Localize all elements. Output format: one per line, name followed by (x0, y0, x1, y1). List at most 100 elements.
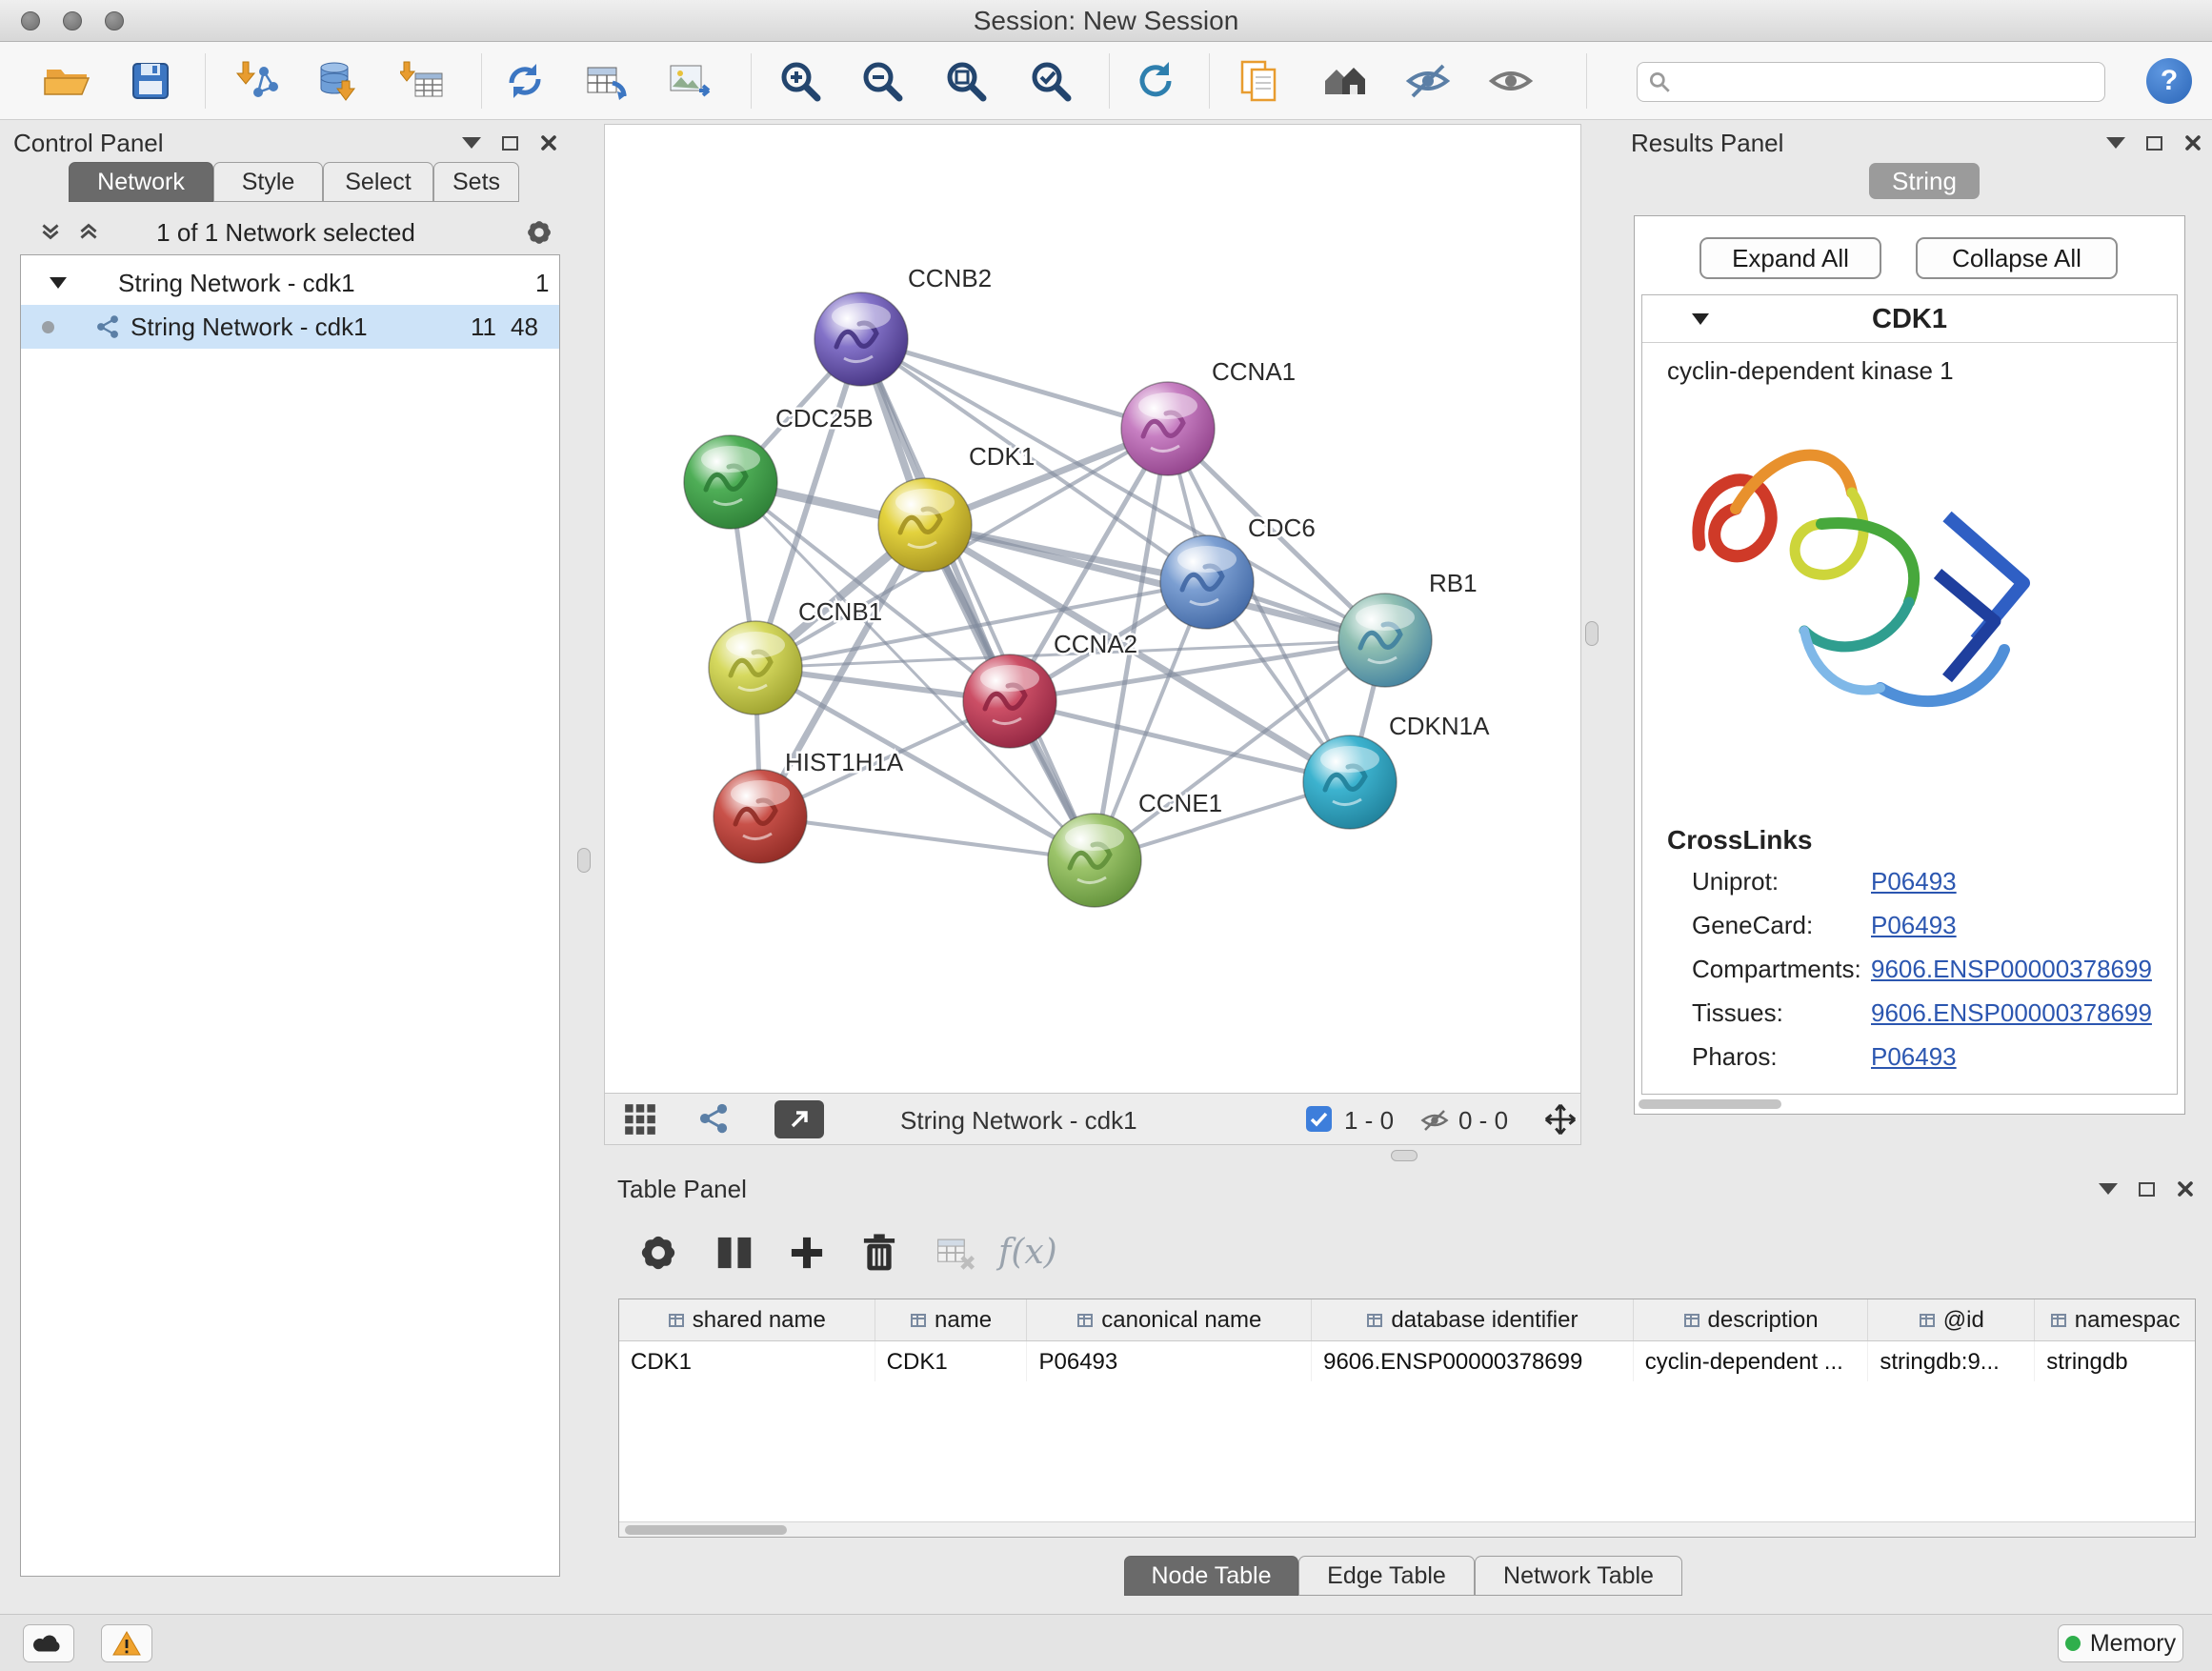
cloud-status-button[interactable] (23, 1624, 74, 1662)
tab-string[interactable]: String (1869, 163, 1980, 199)
zoom-out-button[interactable] (859, 58, 905, 104)
network-edge[interactable] (861, 339, 1095, 860)
cell-shared-name[interactable]: CDK1 (619, 1341, 875, 1381)
minimize-window-button[interactable] (63, 11, 82, 30)
network-edge[interactable] (861, 339, 1168, 429)
tab-network[interactable]: Network (69, 162, 213, 202)
table-scrollbar[interactable] (619, 1521, 2195, 1537)
first-neighbors-button[interactable] (1321, 58, 1367, 104)
export-image-button[interactable] (667, 58, 713, 104)
cell-namespace[interactable]: stringdb (2035, 1341, 2195, 1381)
apply-layout-button[interactable] (502, 58, 548, 104)
column-header[interactable]: name (875, 1299, 1028, 1340)
memory-button[interactable]: Memory (2058, 1624, 2183, 1662)
import-network-database-button[interactable] (315, 58, 361, 104)
tab-select[interactable]: Select (323, 162, 433, 202)
network-row-selected[interactable]: String Network - cdk1 11 48 (21, 305, 559, 349)
close-panel-icon[interactable] (539, 133, 558, 152)
close-panel-icon[interactable] (2176, 1179, 2195, 1198)
add-column-icon[interactable] (785, 1231, 829, 1275)
tab-style[interactable]: Style (213, 162, 323, 202)
results-scrollbar[interactable] (1639, 1099, 1781, 1109)
collection-expand-icon[interactable] (50, 277, 67, 289)
expand-all-networks-icon[interactable] (38, 219, 63, 244)
network-share-icon[interactable] (696, 1101, 731, 1136)
hidden-eye-icon[interactable] (1420, 1106, 1449, 1135)
network-collection-row[interactable]: String Network - cdk1 1 (21, 261, 559, 305)
copy-button[interactable] (1237, 58, 1282, 104)
detach-view-button[interactable] (774, 1100, 824, 1138)
collapse-panel-icon[interactable] (462, 137, 481, 149)
zoom-fit-button[interactable] (943, 58, 989, 104)
network-from-table-button[interactable] (584, 58, 630, 104)
right-splitter-handle[interactable] (1585, 621, 1599, 646)
cell-id[interactable]: stringdb:9... (1868, 1341, 2035, 1381)
network-node-CCNA1[interactable]: CCNA1 (1121, 357, 1296, 475)
crosslink-value-link[interactable]: P06493 (1871, 1042, 1957, 1071)
network-node-CCNB1[interactable]: CCNB1 (709, 597, 882, 715)
network-options-gear-icon[interactable] (524, 217, 554, 248)
network-edge[interactable] (760, 816, 1095, 860)
cell-name[interactable]: CDK1 (875, 1341, 1028, 1381)
tab-edge-table[interactable]: Edge Table (1298, 1556, 1475, 1596)
column-header[interactable]: @id (1868, 1299, 2035, 1340)
grid-view-icon[interactable] (622, 1101, 658, 1137)
tab-node-table[interactable]: Node Table (1124, 1556, 1298, 1596)
network-node-RB1[interactable]: RB1 (1338, 569, 1478, 687)
table-options-gear-icon[interactable] (636, 1231, 680, 1275)
cell-database-identifier[interactable]: 9606.ENSP00000378699 (1312, 1341, 1634, 1381)
column-header[interactable]: shared name (619, 1299, 875, 1340)
pan-crosshair-icon[interactable] (1542, 1101, 1579, 1137)
save-session-button[interactable] (128, 58, 173, 104)
zoom-in-button[interactable] (777, 58, 823, 104)
close-window-button[interactable] (21, 11, 40, 30)
crosslink-value-link[interactable]: P06493 (1871, 867, 1957, 896)
column-header[interactable]: description (1634, 1299, 1869, 1340)
open-session-button[interactable] (44, 58, 90, 104)
hide-selected-button[interactable] (1405, 58, 1451, 104)
import-table-button[interactable] (400, 58, 446, 104)
function-builder-button[interactable]: f(x) (998, 1233, 1057, 1272)
protein-collapse-icon[interactable] (1692, 313, 1709, 325)
bottom-splitter-handle[interactable] (1391, 1150, 1418, 1161)
float-panel-icon[interactable] (2139, 1182, 2155, 1197)
cell-canonical-name[interactable]: P06493 (1027, 1341, 1312, 1381)
network-node-CDKN1A[interactable]: CDKN1A (1303, 712, 1490, 829)
tab-sets[interactable]: Sets (433, 162, 519, 202)
crosslink-value-link[interactable]: 9606.ENSP00000378699 (1871, 955, 2152, 983)
column-header[interactable]: canonical name (1027, 1299, 1312, 1340)
help-button[interactable]: ? (2146, 58, 2192, 104)
network-node-CCNE1[interactable]: CCNE1 (1048, 789, 1222, 907)
table-row[interactable]: CDK1 CDK1 P06493 9606.ENSP00000378699 cy… (619, 1341, 2195, 1381)
tab-network-table[interactable]: Network Table (1475, 1556, 1682, 1596)
delete-column-icon[interactable] (857, 1231, 901, 1275)
import-network-file-button[interactable] (235, 58, 281, 104)
close-panel-icon[interactable] (2183, 133, 2202, 152)
network-canvas[interactable]: CCNB2CCNA1CDC25BCDK1CDC6RB1CCNB1CCNA2CDK… (604, 124, 1581, 1094)
cloud-icon (32, 1632, 65, 1655)
collapse-all-networks-icon[interactable] (76, 219, 101, 244)
collapse-all-button[interactable]: Collapse All (1916, 237, 2118, 279)
show-all-button[interactable] (1488, 58, 1534, 104)
float-panel-icon[interactable] (502, 136, 518, 151)
expand-all-button[interactable]: Expand All (1699, 237, 1881, 279)
refresh-button[interactable] (1133, 58, 1178, 104)
search-input[interactable] (1679, 69, 2095, 96)
column-header[interactable]: database identifier (1312, 1299, 1634, 1340)
column-header[interactable]: namespac (2035, 1299, 2195, 1340)
selected-checkbox-icon[interactable] (1306, 1106, 1332, 1137)
zoom-selected-button[interactable] (1028, 58, 1074, 104)
left-splitter-handle[interactable] (577, 848, 591, 873)
zoom-window-button[interactable] (105, 11, 124, 30)
network-node-label: CDKN1A (1389, 712, 1490, 740)
crosslink-value-link[interactable]: 9606.ENSP00000378699 (1871, 998, 2152, 1027)
warnings-button[interactable] (101, 1624, 152, 1662)
network-graph[interactable]: CCNB2CCNA1CDC25BCDK1CDC6RB1CCNB1CCNA2CDK… (605, 125, 1580, 1093)
cell-description[interactable]: cyclin-dependent ... (1634, 1341, 1869, 1381)
collapse-panel-icon[interactable] (2106, 137, 2125, 149)
float-panel-icon[interactable] (2146, 136, 2162, 151)
collapse-panel-icon[interactable] (2099, 1183, 2118, 1195)
crosslink-value-link[interactable]: P06493 (1871, 911, 1957, 939)
show-columns-icon[interactable] (713, 1231, 756, 1275)
network-node-HIST1H1A[interactable]: HIST1H1A (714, 748, 904, 863)
